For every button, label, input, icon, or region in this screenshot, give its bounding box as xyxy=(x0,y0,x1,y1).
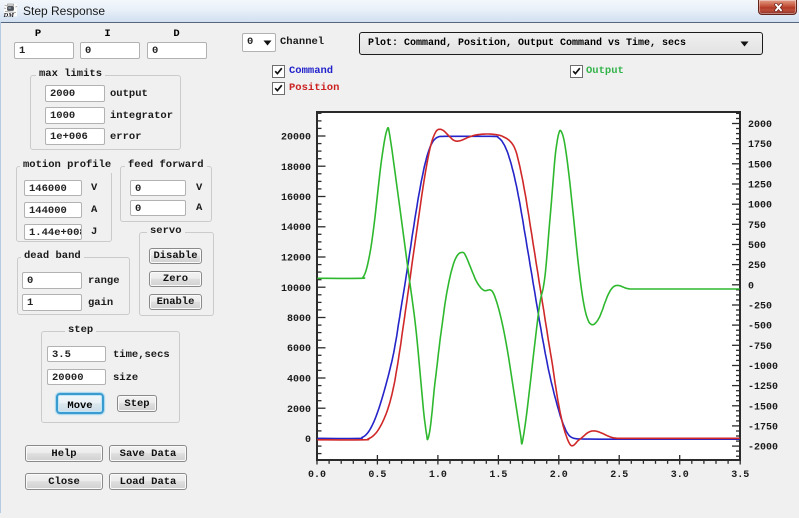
svg-text:4000: 4000 xyxy=(287,375,311,386)
svg-text:1.0: 1.0 xyxy=(429,470,447,481)
svg-text:18000: 18000 xyxy=(281,163,311,174)
svg-text:6000: 6000 xyxy=(287,344,311,355)
svg-text:20000: 20000 xyxy=(281,133,311,144)
svg-text:750: 750 xyxy=(748,221,766,232)
svg-text:-750: -750 xyxy=(748,342,772,353)
svg-text:3.0: 3.0 xyxy=(671,470,689,481)
svg-text:2.5: 2.5 xyxy=(610,470,628,481)
svg-text:1500: 1500 xyxy=(748,160,772,171)
svg-text:250: 250 xyxy=(748,261,766,272)
svg-text:-1500: -1500 xyxy=(748,402,778,413)
svg-text:8000: 8000 xyxy=(287,314,311,325)
svg-text:14000: 14000 xyxy=(281,223,311,234)
svg-text:1750: 1750 xyxy=(748,140,772,151)
svg-text:500: 500 xyxy=(748,241,766,252)
svg-text:0: 0 xyxy=(748,281,754,292)
svg-text:-1750: -1750 xyxy=(748,422,778,433)
svg-text:0: 0 xyxy=(305,435,311,446)
svg-text:-1000: -1000 xyxy=(748,362,778,373)
svg-text:-1250: -1250 xyxy=(748,382,778,393)
svg-text:2000: 2000 xyxy=(748,120,772,131)
svg-text:1000: 1000 xyxy=(748,201,772,212)
svg-text:1.5: 1.5 xyxy=(489,470,507,481)
svg-text:12000: 12000 xyxy=(281,254,311,265)
svg-text:2.0: 2.0 xyxy=(550,470,568,481)
svg-text:2000: 2000 xyxy=(287,405,311,416)
svg-text:-2000: -2000 xyxy=(748,443,778,454)
svg-text:-250: -250 xyxy=(748,302,772,313)
svg-text:-500: -500 xyxy=(748,322,772,333)
svg-text:0.0: 0.0 xyxy=(308,470,326,481)
svg-text:3.5: 3.5 xyxy=(731,470,749,481)
svg-text:0.5: 0.5 xyxy=(368,470,386,481)
svg-text:1250: 1250 xyxy=(748,181,772,192)
svg-text:10000: 10000 xyxy=(281,284,311,295)
svg-text:16000: 16000 xyxy=(281,193,311,204)
